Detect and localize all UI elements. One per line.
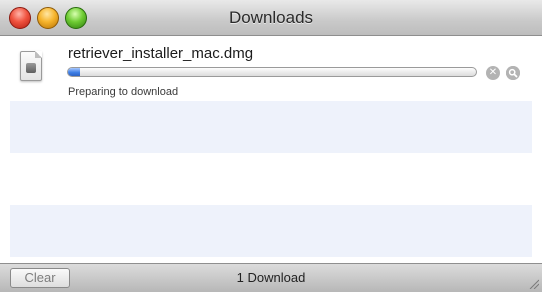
cancel-icon[interactable]: ✕ — [486, 66, 500, 80]
downloads-window: Downloads retriever_installer_mac.dmg Pr… — [0, 0, 542, 292]
list-stripe — [10, 205, 532, 257]
clear-button[interactable]: Clear — [10, 268, 70, 288]
magnifier-icon[interactable] — [506, 66, 520, 80]
bottom-bar: 1 Download Clear — [0, 263, 542, 292]
download-filename: retriever_installer_mac.dmg — [68, 45, 254, 62]
download-count: 1 Download — [236, 270, 306, 285]
progress-fill — [68, 68, 81, 76]
download-progress-bar — [67, 67, 477, 77]
resize-grip-icon[interactable] — [529, 279, 539, 289]
download-status: Preparing to download — [68, 86, 179, 98]
download-list[interactable]: retriever_installer_mac.dmg Preparing to… — [10, 37, 532, 263]
window-title: Downloads — [228, 8, 314, 27]
disk-image-icon — [20, 51, 42, 81]
download-item[interactable]: retriever_installer_mac.dmg Preparing to… — [10, 37, 532, 101]
list-stripe — [10, 101, 532, 153]
title-bar[interactable]: Downloads — [0, 0, 542, 36]
